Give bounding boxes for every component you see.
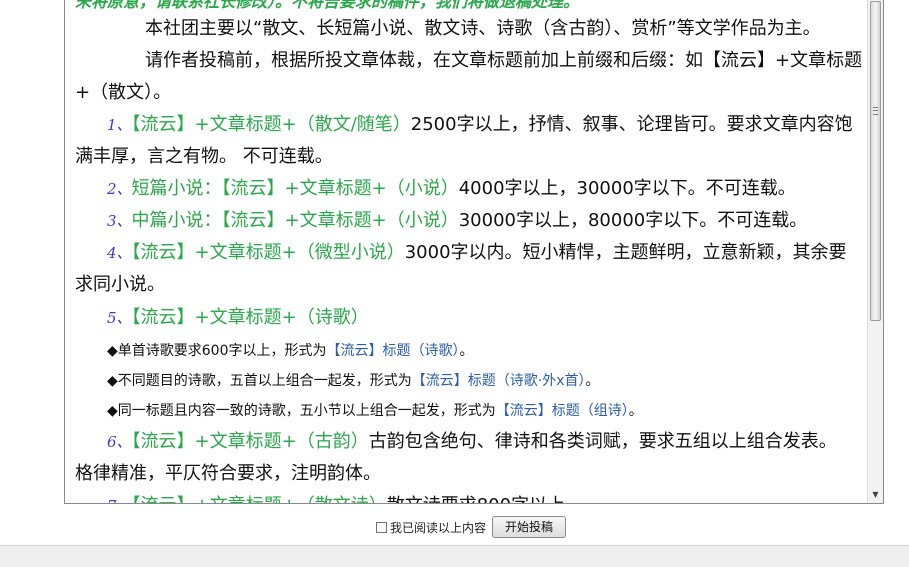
rule-item-poetry: 5、【流云】+文章标题+（诗歌） (107, 307, 369, 329)
bottom-bar (0, 545, 909, 567)
agree-checkbox[interactable] (376, 521, 387, 533)
item-number: 2、 (107, 180, 132, 198)
rule-item-classical-cont: 格律精准，平仄符合要求，注明韵体。 (75, 463, 381, 484)
tip-text: ◆单首诗歌要求600字以上，形式为 (107, 343, 327, 359)
scroll-down-arrow-icon[interactable]: ▼ (871, 491, 880, 499)
submission-rules-panel[interactable]: 未将原意，请联系社长修改）。不将告要求的稿件，我们将做退稿处理。 本社团主要以“… (64, 0, 884, 504)
rule-item-novella: 3、中篇小说：【流云】+文章标题+（小说）30000字以上，80000字以下。不… (107, 210, 807, 232)
rule-item-micro-novel: 4、【流云】+文章标题+（微型小说）3000字以内。短小精悍，主题鲜明，立意新颖… (107, 242, 847, 264)
poem-tip-group: ◆不同题目的诗歌，五首以上组合一起发，形式为【流云】标题（诗歌·外x首）。 (107, 370, 600, 392)
rule-item-short-novel: 2、短篇小说：【流云】+文章标题+（小说）4000字以上，30000字以下。不可… (107, 178, 796, 200)
rule-item-classical: 6、【流云】+文章标题+（古韵）古韵包含绝句、律诗和各类词赋，要求五组以上组合发… (107, 431, 837, 453)
item-number: 1、 (107, 116, 132, 134)
submission-page: 未将原意，请联系社长修改）。不将告要求的稿件，我们将做退稿处理。 本社团主要以“… (0, 0, 909, 567)
tip-end: 。 (585, 373, 600, 389)
tip-format: 【流云】标题（诗歌·外x首） (411, 373, 586, 389)
item-number: 4、 (107, 244, 132, 262)
item-description: 30000字以上，80000字以下。不可连载。 (458, 210, 808, 231)
prefix-instruction-cont: +（散文）。 (75, 82, 172, 103)
tip-end: 。 (459, 343, 474, 359)
item-description: 2500字以上，抒情、叙事、论理皆可。要求文章内容饱 (410, 114, 853, 135)
item-format-tag: 【流云】+文章标题+（散文诗） (132, 495, 387, 503)
tip-text: ◆同一标题且内容一致的诗歌，五小节以上组合一起发，形式为 (107, 403, 496, 419)
item-format-tag: 【流云】+文章标题+（散文/随笔） (131, 114, 411, 135)
item-description: 3000字以内。短小精悍，主题鲜明，立意新颖，其余要 (404, 242, 847, 263)
tip-format: 【流云】标题（组诗） (495, 403, 629, 419)
rule-item-essay: 1、【流云】+文章标题+（散文/随笔）2500字以上，抒情、叙事、论理皆可。要求… (107, 114, 853, 136)
rule-item-prose-poem: 7、【流云】+文章标题+（散文诗）散文诗要求800字以上。 (107, 495, 583, 503)
item-description: 散文诗要求800字以上。 (387, 495, 583, 503)
scrollbar-grip-icon (873, 107, 878, 115)
poem-tip-single: ◆单首诗歌要求600字以上，形式为【流云】标题（诗歌）。 (107, 340, 474, 362)
item-number: 6、 (107, 433, 132, 451)
item-number: 3、 (107, 212, 132, 230)
rules-scrollbar[interactable]: ▼ (867, 0, 883, 503)
intro-paragraph: 本社团主要以“散文、长短篇小说、散文诗、诗歌（含古韵）、赏析”等文学作品为主。 (145, 18, 821, 39)
item-description: 4000字以上，30000字以下。不可连载。 (458, 178, 796, 199)
item-format-tag: 【流云】+文章标题+（古韵） (131, 431, 369, 452)
tip-text: ◆不同题目的诗歌，五首以上组合一起发，形式为 (107, 373, 412, 389)
item-description: 古韵包含绝句、律诗和各类词赋，要求五组以上组合发表。 (368, 431, 837, 452)
rule-item-essay-cont: 满丰厚，言之有物。 不可连载。 (75, 146, 333, 167)
start-submission-button[interactable]: 开始投稿 (492, 516, 567, 538)
agreement-row: 我已阅读以上内容 开始投稿 (376, 515, 567, 539)
item-format-tag: 中篇小说：【流云】+文章标题+（小说） (131, 210, 459, 231)
poem-tip-series: ◆同一标题且内容一致的诗歌，五小节以上组合一起发，形式为【流云】标题（组诗）。 (107, 400, 643, 422)
item-format-tag: 【流云】+文章标题+（诗歌） (131, 307, 369, 328)
tip-end: 。 (628, 403, 643, 419)
cutoff-top-line: 未将原意，请联系社长修改）。不将告要求的稿件，我们将做退稿处理。 (75, 0, 580, 11)
item-number: 7、 (107, 497, 132, 503)
item-number: 5、 (107, 309, 132, 327)
rule-item-micro-novel-cont: 求同小说。 (75, 274, 165, 295)
item-format-tag: 短篇小说：【流云】+文章标题+（小说） (131, 178, 459, 199)
scrollbar-thumb[interactable] (870, 1, 881, 321)
agree-label[interactable]: 我已阅读以上内容 (390, 519, 486, 536)
prefix-instruction: 请作者投稿前，根据所投文章体裁，在文章标题前加上前缀和后缀：如【流云】+文章标题 (145, 50, 863, 71)
item-format-tag: 【流云】+文章标题+（微型小说） (131, 242, 405, 263)
tip-format: 【流云】标题（诗歌） (326, 343, 460, 359)
